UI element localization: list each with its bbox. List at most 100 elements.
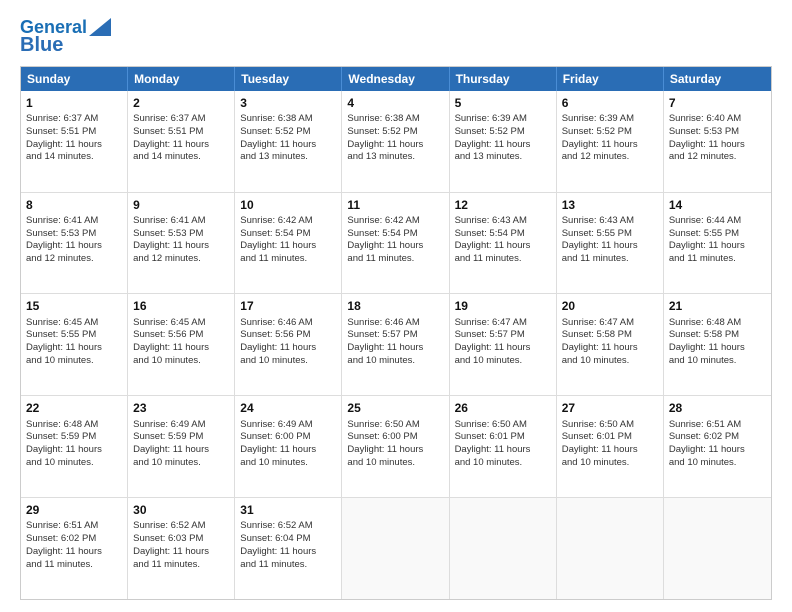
day-info-line: Sunset: 5:55 PM	[26, 329, 122, 342]
day-info-line: Sunrise: 6:48 AM	[26, 419, 122, 432]
calendar-day-23: 23Sunrise: 6:49 AMSunset: 5:59 PMDayligh…	[128, 396, 235, 497]
day-info-line: Daylight: 11 hours	[669, 444, 766, 457]
day-info-line: Sunrise: 6:41 AM	[26, 215, 122, 228]
day-info-line: Daylight: 11 hours	[347, 240, 443, 253]
day-info-line: Daylight: 11 hours	[240, 240, 336, 253]
day-info-line: Sunrise: 6:45 AM	[133, 317, 229, 330]
day-info-line: Daylight: 11 hours	[455, 139, 551, 152]
day-info-line: Sunrise: 6:40 AM	[669, 113, 766, 126]
day-number: 11	[347, 197, 443, 213]
calendar-header-monday: Monday	[128, 67, 235, 91]
day-info-line: Daylight: 11 hours	[562, 444, 658, 457]
day-info-line: Sunset: 5:52 PM	[240, 126, 336, 139]
day-info-line: Sunset: 5:55 PM	[669, 228, 766, 241]
calendar-week-4: 22Sunrise: 6:48 AMSunset: 5:59 PMDayligh…	[21, 395, 771, 497]
day-number: 5	[455, 95, 551, 111]
calendar-day-16: 16Sunrise: 6:45 AMSunset: 5:56 PMDayligh…	[128, 294, 235, 395]
calendar-day-12: 12Sunrise: 6:43 AMSunset: 5:54 PMDayligh…	[450, 193, 557, 294]
day-info-line: Sunrise: 6:43 AM	[562, 215, 658, 228]
day-info-line: Sunrise: 6:44 AM	[669, 215, 766, 228]
day-number: 19	[455, 298, 551, 314]
day-info-line: Sunrise: 6:47 AM	[562, 317, 658, 330]
day-info-line: Sunset: 5:58 PM	[562, 329, 658, 342]
day-info-line: Sunrise: 6:51 AM	[26, 520, 122, 533]
calendar-day-21: 21 Sunrise: 6:48 AMSunset: 5:58 PMDayligh…	[664, 294, 771, 395]
day-info-line: Sunset: 5:52 PM	[347, 126, 443, 139]
day-info-line: and 12 minutes.	[562, 151, 658, 164]
calendar-day-22: 22Sunrise: 6:48 AMSunset: 5:59 PMDayligh…	[21, 396, 128, 497]
calendar-day-8: 8Sunrise: 6:41 AMSunset: 5:53 PMDaylight…	[21, 193, 128, 294]
day-number: 21	[669, 298, 766, 314]
day-info-line: Daylight: 11 hours	[669, 342, 766, 355]
day-info-line: and 12 minutes.	[133, 253, 229, 266]
day-info-line: and 13 minutes.	[240, 151, 336, 164]
day-number: 20	[562, 298, 658, 314]
day-info-line: and 10 minutes.	[26, 457, 122, 470]
day-number: 13	[562, 197, 658, 213]
day-info-line: Sunrise: 6:43 AM	[455, 215, 551, 228]
calendar-day-28: 28Sunrise: 6:51 AMSunset: 6:02 PMDayligh…	[664, 396, 771, 497]
day-number: 1	[26, 95, 122, 111]
calendar-day-18: 18Sunrise: 6:46 AMSunset: 5:57 PMDayligh…	[342, 294, 449, 395]
calendar-body: 1 Sunrise: 6:37 AM Sunset: 5:51 PM Daylight…	[21, 91, 771, 599]
day-number: 27	[562, 400, 658, 416]
day-info-line: Daylight: 11 hours	[133, 139, 229, 152]
day-info-line: Sunrise: 6:45 AM	[26, 317, 122, 330]
day-info-line: Sunset: 6:01 PM	[455, 431, 551, 444]
day-info-line: Daylight: 11 hours	[455, 240, 551, 253]
calendar-day-27: 27Sunrise: 6:50 AMSunset: 6:01 PMDayligh…	[557, 396, 664, 497]
day-info-line: and 10 minutes.	[455, 355, 551, 368]
day-info-line: Sunset: 5:57 PM	[347, 329, 443, 342]
day-info-line: Sunrise: 6:39 AM	[455, 113, 551, 126]
day-info-line: and 11 minutes.	[240, 253, 336, 266]
day-info-line: Daylight: 11 hours	[240, 444, 336, 457]
day-info-line: and 10 minutes.	[133, 457, 229, 470]
calendar-day-26: 26Sunrise: 6:50 AMSunset: 6:01 PMDayligh…	[450, 396, 557, 497]
day-info-line: Daylight: 11 hours	[455, 444, 551, 457]
day-info-line: Sunset: 5:58 PM	[669, 329, 766, 342]
day-info-line: Daylight: 11 hours	[133, 444, 229, 457]
day-number: 6	[562, 95, 658, 111]
day-info-line: Daylight: 11 hours	[347, 342, 443, 355]
day-info-line: Sunset: 5:59 PM	[26, 431, 122, 444]
page: General Blue SundayMondayTuesdayWednesda…	[0, 0, 792, 612]
day-number: 22	[26, 400, 122, 416]
calendar-day-15: 15Sunrise: 6:45 AMSunset: 5:55 PMDayligh…	[21, 294, 128, 395]
day-info-line: and 14 minutes.	[26, 151, 122, 164]
day-info-line: Sunset: 5:51 PM	[26, 126, 122, 139]
day-info-line: Daylight: 11 hours	[26, 342, 122, 355]
calendar-header-row: SundayMondayTuesdayWednesdayThursdayFrid…	[21, 67, 771, 91]
day-info-line: and 11 minutes.	[455, 253, 551, 266]
day-info-line: and 11 minutes.	[240, 559, 336, 572]
day-info-line: and 10 minutes.	[240, 355, 336, 368]
day-info-line: Daylight: 11 hours	[240, 546, 336, 559]
day-info-line: Daylight: 11 hours	[669, 139, 766, 152]
day-info-line: and 11 minutes.	[26, 559, 122, 572]
day-info-line: Sunrise: 6:50 AM	[347, 419, 443, 432]
day-info-line: Sunset: 6:01 PM	[562, 431, 658, 444]
logo-blue-text: Blue	[20, 34, 63, 56]
day-info-line: Sunrise: 6:49 AM	[240, 419, 336, 432]
day-info-line: Sunrise: 6:47 AM	[455, 317, 551, 330]
day-info-line: Sunrise: 6:42 AM	[240, 215, 336, 228]
day-number: 25	[347, 400, 443, 416]
calendar-week-5: 29Sunrise: 6:51 AMSunset: 6:02 PMDayligh…	[21, 497, 771, 599]
day-info-line: Sunset: 5:56 PM	[240, 329, 336, 342]
day-info-line: and 10 minutes.	[240, 457, 336, 470]
calendar-week-3: 15Sunrise: 6:45 AMSunset: 5:55 PMDayligh…	[21, 293, 771, 395]
day-info-line: Sunset: 5:59 PM	[133, 431, 229, 444]
day-info-line: Sunrise: 6:52 AM	[240, 520, 336, 533]
day-info-line: Sunrise: 6:48 AM	[669, 317, 766, 330]
day-info-line: Daylight: 11 hours	[347, 444, 443, 457]
calendar-day-2: 2Sunrise: 6:37 AMSunset: 5:51 PMDaylight…	[128, 91, 235, 192]
day-info-line: Sunrise: 6:52 AM	[133, 520, 229, 533]
day-info-line: Sunrise: 6:42 AM	[347, 215, 443, 228]
calendar-day-6: 6Sunrise: 6:39 AMSunset: 5:52 PMDaylight…	[557, 91, 664, 192]
day-info-line: Sunrise: 6:37 AM	[133, 113, 229, 126]
calendar-day-3: 3Sunrise: 6:38 AMSunset: 5:52 PMDaylight…	[235, 91, 342, 192]
calendar-day-19: 19Sunrise: 6:47 AMSunset: 5:57 PMDayligh…	[450, 294, 557, 395]
day-info-line: and 12 minutes.	[26, 253, 122, 266]
calendar-header-sunday: Sunday	[21, 67, 128, 91]
day-info-line: Sunset: 6:02 PM	[26, 533, 122, 546]
calendar-empty-cell	[557, 498, 664, 599]
